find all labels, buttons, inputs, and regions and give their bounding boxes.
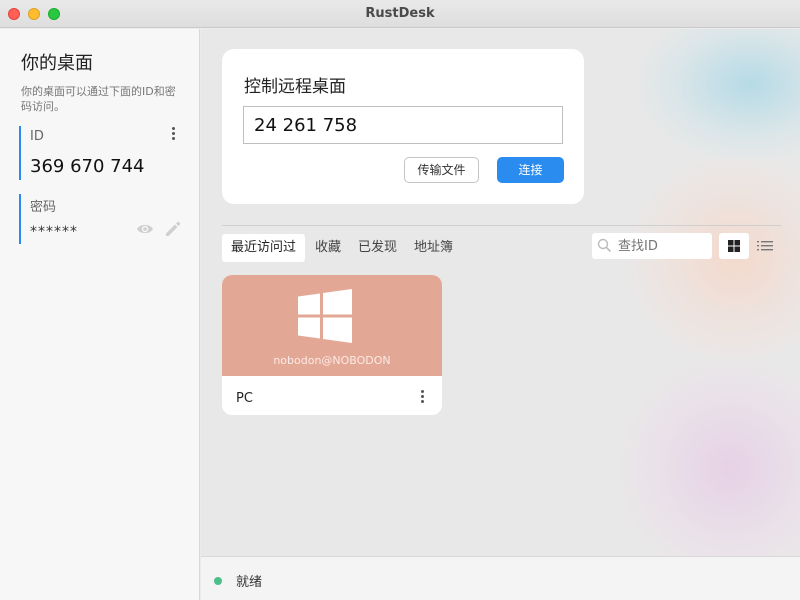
sidebar: 你的桌面 你的桌面可以通过下面的ID和密码访问。 ID 369 670 744 … xyxy=(0,29,200,600)
pencil-icon[interactable] xyxy=(164,220,182,238)
peer-thumbnail[interactable]: nobodon@NOBODON xyxy=(222,275,442,376)
background-gradient-blue xyxy=(640,29,800,159)
list-view-icon xyxy=(757,241,773,251)
background-gradient-pink xyxy=(620,359,800,556)
peer-username: nobodon@NOBODON xyxy=(273,354,391,367)
peer-card[interactable]: nobodon@NOBODON PC xyxy=(222,275,442,415)
peer-name: PC xyxy=(236,391,253,406)
transfer-file-button[interactable]: 传输文件 xyxy=(404,157,479,183)
search-icon xyxy=(597,238,612,253)
eye-icon[interactable] xyxy=(136,222,154,236)
tab-recent[interactable]: 最近访问过 xyxy=(222,234,306,262)
status-indicator xyxy=(214,577,222,585)
main-panel: 控制远程桌面 24 261 758 传输文件 连接 最近访问过 收藏 已发现 地… xyxy=(201,29,800,556)
grid-view-icon xyxy=(728,240,740,252)
status-bar: 就绪 xyxy=(201,556,800,600)
sidebar-description: 你的桌面可以通过下面的ID和密码访问。 xyxy=(21,85,176,113)
grid-view-button[interactable] xyxy=(719,233,749,259)
control-remote-card: 控制远程桌面 24 261 758 传输文件 连接 xyxy=(222,49,584,204)
peer-more-icon[interactable] xyxy=(416,390,428,406)
control-remote-title: 控制远程桌面 xyxy=(244,77,346,97)
password-section: 密码 ****** xyxy=(19,194,184,244)
id-value[interactable]: 369 670 744 xyxy=(30,156,145,177)
search-input[interactable] xyxy=(618,233,708,259)
window-title: RustDesk xyxy=(365,6,435,21)
id-section: ID 369 670 744 xyxy=(19,126,184,180)
list-view-button[interactable] xyxy=(754,233,776,259)
search-box xyxy=(592,233,712,259)
connect-button[interactable]: 连接 xyxy=(497,157,564,183)
tab-discovered[interactable]: 已发现 xyxy=(349,234,406,262)
remote-id-input[interactable]: 24 261 758 xyxy=(243,106,563,144)
id-label: ID xyxy=(30,129,44,144)
status-text: 就绪 xyxy=(236,575,263,590)
section-divider xyxy=(222,225,782,226)
password-label: 密码 xyxy=(30,200,57,215)
windows-logo-icon xyxy=(298,289,352,343)
sidebar-title: 你的桌面 xyxy=(21,53,93,74)
id-more-icon[interactable] xyxy=(167,127,179,143)
password-value: ****** xyxy=(30,224,78,240)
title-bar: RustDesk xyxy=(0,0,800,28)
tab-favorites[interactable]: 收藏 xyxy=(306,234,350,262)
tab-address-book[interactable]: 地址簿 xyxy=(405,234,462,262)
